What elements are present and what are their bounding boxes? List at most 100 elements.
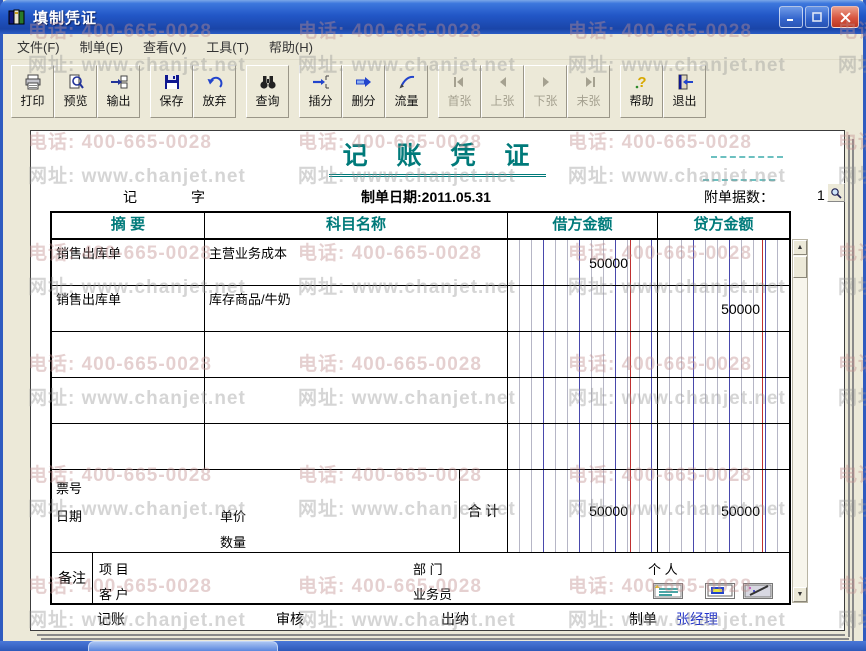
close-icon <box>839 11 851 23</box>
stacked-page-edge-bottom-2 <box>41 637 849 640</box>
minimize-icon <box>787 19 793 21</box>
scroll-down-button[interactable]: ▼ <box>793 587 807 602</box>
unit-price-label: 单价 <box>220 509 247 524</box>
summary-cell-row5[interactable] <box>52 424 205 470</box>
menu-tools[interactable]: 工具(T) <box>196 33 259 60</box>
scrollbar-thumb[interactable] <box>793 256 807 278</box>
stacked-page-edge-bottom-1 <box>37 634 845 636</box>
previous-page-icon <box>499 77 506 87</box>
ledger-books-icon <box>8 9 25 25</box>
preview-button[interactable]: 预览 <box>54 65 97 118</box>
abandon-button[interactable]: 放弃 <box>193 65 236 118</box>
salesman-label[interactable]: 业务员 <box>413 584 452 603</box>
background-window-tab[interactable] <box>88 641 278 651</box>
person-label[interactable]: 个 人 <box>648 559 678 578</box>
debit-cell-row4[interactable] <box>508 378 658 424</box>
account-cell-row1[interactable]: 主营业务成本 <box>205 240 508 286</box>
maximize-icon <box>812 12 822 22</box>
note-tool-button[interactable] <box>653 583 683 599</box>
print-button[interactable]: 打印 <box>11 65 54 118</box>
attachments-zoom-button[interactable] <box>827 183 845 202</box>
cash-flow-icon <box>399 75 414 89</box>
project-label[interactable]: 项 目 <box>99 559 129 578</box>
total-label-cell: 合 计 <box>460 470 508 553</box>
insert-entry-button[interactable]: 插分 <box>299 65 342 118</box>
next-page-icon <box>542 77 549 87</box>
summary-cell-row2[interactable]: 销售出库单 <box>52 286 205 332</box>
credit-cell-row5[interactable] <box>658 424 789 470</box>
debit-cell-row3[interactable] <box>508 332 658 378</box>
next-voucher-button[interactable]: 下张 <box>524 65 567 118</box>
voucher-word-suffix: 字 <box>191 189 205 205</box>
aux-fields-cell[interactable]: 项 目 客 户 部 门 业务员 个 人 <box>93 553 789 603</box>
cash-flow-button[interactable]: 流量 <box>385 65 428 118</box>
customer-label[interactable]: 客 户 <box>99 584 129 603</box>
credit-cell-row4[interactable] <box>658 378 789 424</box>
first-page-icon <box>453 77 463 87</box>
account-cell-row3[interactable] <box>205 332 508 378</box>
scroll-up-button[interactable]: ▲ <box>793 240 807 255</box>
screen: 填制凭证 文件(F) 制单(E) 查看(V) 工具(T) 帮助(H) 打印 预览… <box>0 0 866 651</box>
app-window: 填制凭证 文件(F) 制单(E) 查看(V) 工具(T) 帮助(H) 打印 预览… <box>0 0 866 651</box>
delete-entry-icon <box>355 77 371 87</box>
summary-cell-row4[interactable] <box>52 378 205 424</box>
credit-cell-row2[interactable]: 50000 <box>658 286 789 332</box>
account-cell-row5[interactable] <box>205 424 508 470</box>
header-debit: 借方金额 <box>508 213 658 240</box>
menu-file[interactable]: 文件(F) <box>7 33 70 60</box>
summary-cell-row1[interactable]: 销售出库单 <box>52 240 205 286</box>
debit-cell-row2[interactable] <box>508 286 658 332</box>
debit-cell-row1[interactable]: 50000 <box>508 240 658 286</box>
query-button[interactable]: 查询 <box>246 65 289 118</box>
signature-row: 记账 审核 出纳 制单 张经理 <box>31 609 844 629</box>
wand-tool-button[interactable] <box>743 583 773 599</box>
credit-cell-row3[interactable] <box>658 332 789 378</box>
preparer-name: 张经理 <box>676 611 718 627</box>
account-cell-row2[interactable]: 库存商品/牛奶 <box>205 286 508 332</box>
exit-button[interactable]: 退出 <box>663 65 706 118</box>
help-button[interactable]: ? 帮助 <box>620 65 663 118</box>
voucher-date[interactable]: 制单日期:2011.05.31 <box>361 187 491 207</box>
menu-view[interactable]: 查看(V) <box>133 33 196 60</box>
export-icon <box>110 75 127 89</box>
audit-label: 审核 <box>276 611 304 627</box>
voucher-scrollbar[interactable]: ▲ ▼ <box>792 239 808 603</box>
wand-icon <box>744 584 772 598</box>
delete-entry-button[interactable]: 删分 <box>342 65 385 118</box>
background-window-titlebar[interactable] <box>0 641 866 651</box>
toolbar: 打印 预览 输出 保存 放弃 查询 插分 删分 流量 首张 上张 下张 末张 ?… <box>3 60 863 123</box>
credit-cell-row1[interactable] <box>658 240 789 286</box>
close-button[interactable] <box>831 6 859 28</box>
account-cell-row4[interactable] <box>205 378 508 424</box>
debit-cell-row5[interactable] <box>508 424 658 470</box>
ticket-info-cell[interactable]: 票号 日期 单价 数量 <box>52 470 460 553</box>
exit-door-icon <box>678 74 693 90</box>
header-account: 科目名称 <box>205 213 508 240</box>
minimize-button[interactable] <box>779 6 803 28</box>
ticket-no-label: 票号 <box>56 481 83 496</box>
maximize-button[interactable] <box>805 6 829 28</box>
last-voucher-button[interactable]: 末张 <box>567 65 610 118</box>
bookkeeping-label: 记账 <box>97 611 125 627</box>
first-voucher-button[interactable]: 首张 <box>438 65 481 118</box>
document-lines-icon <box>654 584 682 598</box>
export-button[interactable]: 输出 <box>97 65 140 118</box>
display-tool-button[interactable] <box>705 583 735 599</box>
window-controls <box>779 6 859 28</box>
header-credit: 贷方金额 <box>658 213 789 240</box>
stacked-page-edge-right-2 <box>852 139 854 641</box>
menu-help[interactable]: 帮助(H) <box>259 33 323 60</box>
attachments-count[interactable]: 1 <box>817 187 825 203</box>
voucher-word-prefix[interactable]: 记 <box>123 187 137 207</box>
window-title: 填制凭证 <box>33 9 98 27</box>
department-label[interactable]: 部 门 <box>413 559 443 578</box>
dashed-line-bottom <box>703 179 775 181</box>
total-debit-cell: 50000 <box>508 470 658 553</box>
cashier-label: 出纳 <box>441 611 469 627</box>
total-credit-cell: 50000 <box>658 470 789 553</box>
summary-cell-row3[interactable] <box>52 332 205 378</box>
previous-voucher-button[interactable]: 上张 <box>481 65 524 118</box>
menu-voucher[interactable]: 制单(E) <box>70 33 133 60</box>
save-button[interactable]: 保存 <box>150 65 193 118</box>
insert-entry-icon <box>312 75 329 89</box>
